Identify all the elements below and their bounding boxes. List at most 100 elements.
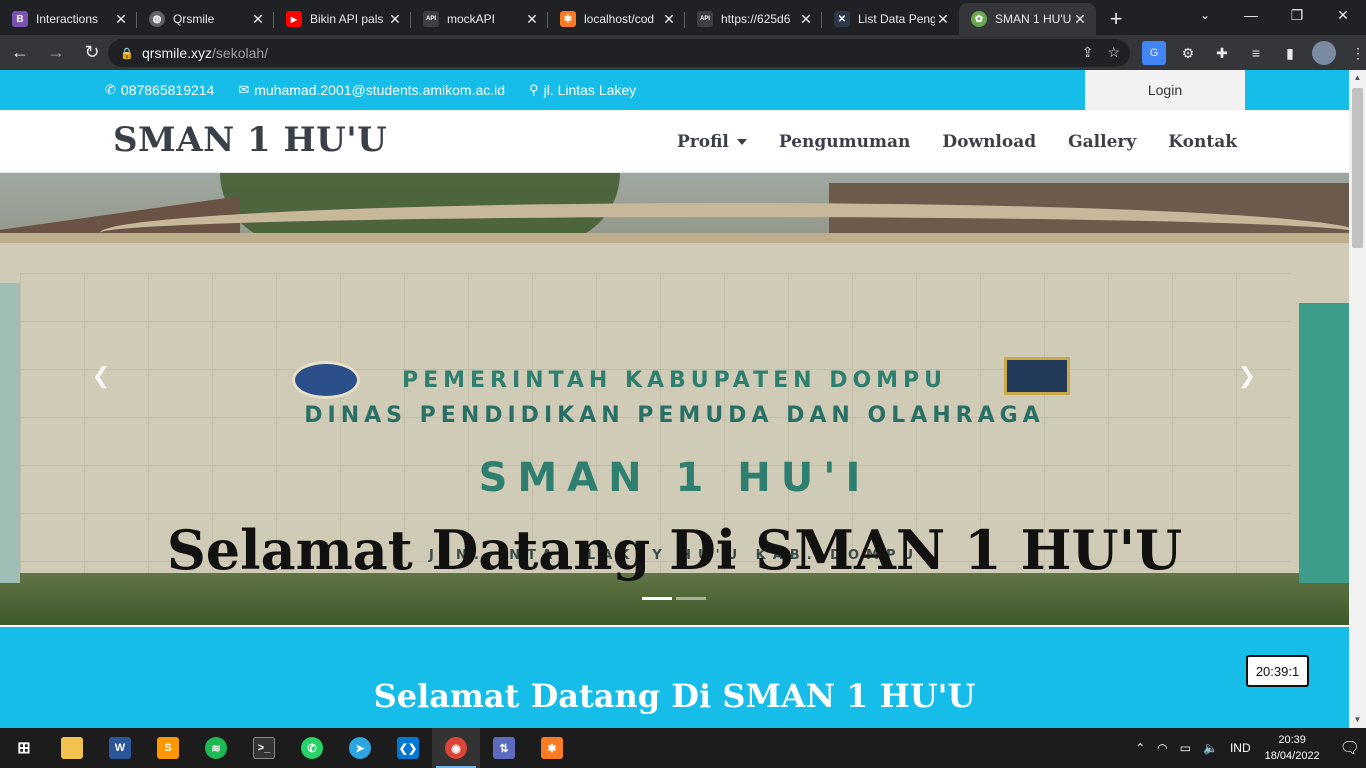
- close-tab-icon[interactable]: ✕: [1072, 11, 1088, 28]
- scroll-down-icon[interactable]: ▼: [1349, 712, 1366, 728]
- taskbar-terminal[interactable]: >_: [240, 728, 288, 768]
- login-button[interactable]: Login: [1085, 70, 1245, 110]
- tray-clock[interactable]: 20:39 18/04/2022: [1265, 732, 1320, 764]
- browser-tab-active[interactable]: ✿ SMAN 1 HU'U ✕: [959, 3, 1096, 35]
- taskbar-network-tool[interactable]: ⇅: [480, 728, 528, 768]
- photo-text-line: DINAS PENDIDIKAN PEMUDA DAN OLAHRAGA: [304, 403, 1045, 428]
- translate-icon[interactable]: G: [1142, 41, 1166, 65]
- browser-tab[interactable]: ✱ localhost/cod ✕: [548, 3, 685, 35]
- contact-topbar: ✆ 087865819214 ✉ muhamad.2001@students.a…: [0, 70, 1349, 110]
- nav-item-gallery[interactable]: Gallery: [1068, 132, 1136, 152]
- carousel-indicators: [642, 597, 706, 600]
- taskbar-explorer[interactable]: [48, 728, 96, 768]
- battery-icon[interactable]: ▭: [1180, 741, 1191, 755]
- network-app-icon: ⇅: [493, 737, 515, 759]
- tray-chevron-up-icon[interactable]: ⌃: [1135, 741, 1145, 755]
- bootstrap-icon: B: [12, 11, 28, 27]
- nav-item-profil[interactable]: Profil: [677, 132, 747, 152]
- scrollbar-thumb[interactable]: [1352, 88, 1363, 248]
- profile-avatar[interactable]: [1312, 41, 1336, 65]
- address-bar[interactable]: 🔒 qrsmile.xyz/sekolah/ ⇪ ☆: [108, 39, 1130, 67]
- reload-icon[interactable]: ↻: [76, 39, 108, 67]
- close-tab-icon[interactable]: ✕: [113, 11, 129, 28]
- minimize-icon[interactable]: —: [1228, 0, 1274, 30]
- back-icon[interactable]: ←: [4, 39, 36, 67]
- bookmark-star-icon[interactable]: ☆: [1107, 44, 1120, 61]
- browser-tab[interactable]: API mockAPI ✕: [411, 3, 548, 35]
- carousel-indicator[interactable]: [676, 597, 706, 600]
- nav-item-download[interactable]: Download: [942, 132, 1036, 152]
- taskbar-whatsapp[interactable]: ✆: [288, 728, 336, 768]
- taskbar-telegram[interactable]: ➤: [336, 728, 384, 768]
- extensions-area: G ⚙ ✚ ≡ ▮ ⋮: [1142, 41, 1366, 65]
- nav-item-kontak[interactable]: Kontak: [1168, 132, 1237, 152]
- close-window-icon[interactable]: ✕: [1320, 0, 1366, 30]
- share-icon[interactable]: ⇪: [1082, 44, 1094, 61]
- close-tab-icon[interactable]: ✕: [387, 11, 403, 28]
- new-tab-button[interactable]: +: [1096, 3, 1136, 35]
- browser-tab[interactable]: B Interactions ✕: [0, 3, 137, 35]
- taskbar-chrome[interactable]: ◉: [432, 728, 480, 768]
- forward-icon[interactable]: →: [40, 39, 72, 67]
- browser-tab[interactable]: ◍ Qrsmile ✕: [137, 3, 274, 35]
- windows-logo-icon: ⊞: [17, 740, 31, 757]
- taskbar-word[interactable]: W: [96, 728, 144, 768]
- folder-icon: [61, 737, 83, 759]
- language-indicator[interactable]: IND: [1230, 741, 1251, 755]
- tab-title: localhost/cod: [584, 12, 655, 26]
- phone-contact: ✆ 087865819214: [105, 82, 214, 98]
- browser-tab-strip: B Interactions ✕ ◍ Qrsmile ✕ ▶ Bikin API…: [0, 0, 1366, 35]
- more-menu-icon[interactable]: ⋮: [1346, 41, 1366, 65]
- taskbar-vscode[interactable]: ❮❯: [384, 728, 432, 768]
- extensions-puzzle-icon[interactable]: ✚: [1210, 41, 1234, 65]
- tab-search-icon[interactable]: ⌄: [1192, 4, 1218, 26]
- start-button[interactable]: ⊞: [0, 728, 48, 768]
- scroll-up-icon[interactable]: ▲: [1349, 70, 1366, 86]
- taskbar-spotify[interactable]: ≋: [192, 728, 240, 768]
- volume-icon[interactable]: 🔈: [1203, 741, 1218, 755]
- close-tab-icon[interactable]: ✕: [661, 11, 677, 28]
- map-marker-icon: ⚲: [529, 82, 539, 97]
- address-text: jl. Lintas Lakey: [543, 82, 637, 98]
- restore-icon[interactable]: ❐: [1274, 0, 1320, 30]
- browser-tab[interactable]: ✕ List Data Peng ✕: [822, 3, 959, 35]
- xampp-icon: ✱: [541, 737, 563, 759]
- welcome-heading: Selamat Datang Di SMAN 1 HU'U: [373, 677, 976, 715]
- browser-toolbar: ← → ↻ 🔒 qrsmile.xyz/sekolah/ ⇪ ☆ G ⚙ ✚ ≡…: [0, 35, 1366, 70]
- side-panel-icon[interactable]: ▮: [1278, 41, 1302, 65]
- nav-item-pengumuman[interactable]: Pengumuman: [779, 132, 910, 152]
- vscode-icon: ❮❯: [397, 737, 419, 759]
- xampp-icon: ✱: [560, 11, 576, 27]
- word-icon: W: [109, 737, 131, 759]
- envelope-icon: ✉: [238, 82, 250, 97]
- tab-title: SMAN 1 HU'U: [995, 12, 1072, 26]
- taskbar-sublime[interactable]: S: [144, 728, 192, 768]
- caret-down-icon: [736, 138, 747, 145]
- browser-tab[interactable]: API https://625d6 ✕: [685, 3, 822, 35]
- reading-list-icon[interactable]: ≡: [1244, 41, 1268, 65]
- close-tab-icon[interactable]: ✕: [935, 11, 951, 28]
- carousel-next-icon[interactable]: ❯: [1232, 361, 1262, 391]
- tab-title: mockAPI: [447, 12, 496, 26]
- address-contact: ⚲ jl. Lintas Lakey: [529, 82, 636, 98]
- lock-icon: 🔒: [120, 48, 134, 60]
- carousel-indicator[interactable]: [642, 597, 672, 600]
- wifi-icon[interactable]: ◠: [1157, 741, 1167, 755]
- close-tab-icon[interactable]: ✕: [250, 11, 266, 28]
- page-scrollbar[interactable]: ▲ ▼: [1349, 70, 1366, 728]
- taskbar-xampp[interactable]: ✱: [528, 728, 576, 768]
- tray-date: 18/04/2022: [1264, 750, 1320, 762]
- notifications-icon[interactable]: 🗨: [1340, 738, 1360, 758]
- url-text: qrsmile.xyz/sekolah/: [142, 45, 269, 61]
- settings-gear-icon[interactable]: ⚙: [1176, 41, 1200, 65]
- site-brand[interactable]: SMAN 1 HU'U: [113, 120, 387, 160]
- close-tab-icon[interactable]: ✕: [524, 11, 540, 28]
- tab-title: Interactions: [36, 12, 99, 26]
- main-navbar: SMAN 1 HU'U Profil Pengumuman Download G…: [0, 110, 1349, 173]
- browser-tab[interactable]: ▶ Bikin API pals ✕: [274, 3, 411, 35]
- carousel-prev-icon[interactable]: ❮: [86, 361, 116, 391]
- spotify-icon: ≋: [205, 737, 227, 759]
- terminal-icon: >_: [253, 737, 275, 759]
- youtube-icon: ▶: [286, 11, 302, 27]
- close-tab-icon[interactable]: ✕: [798, 11, 814, 28]
